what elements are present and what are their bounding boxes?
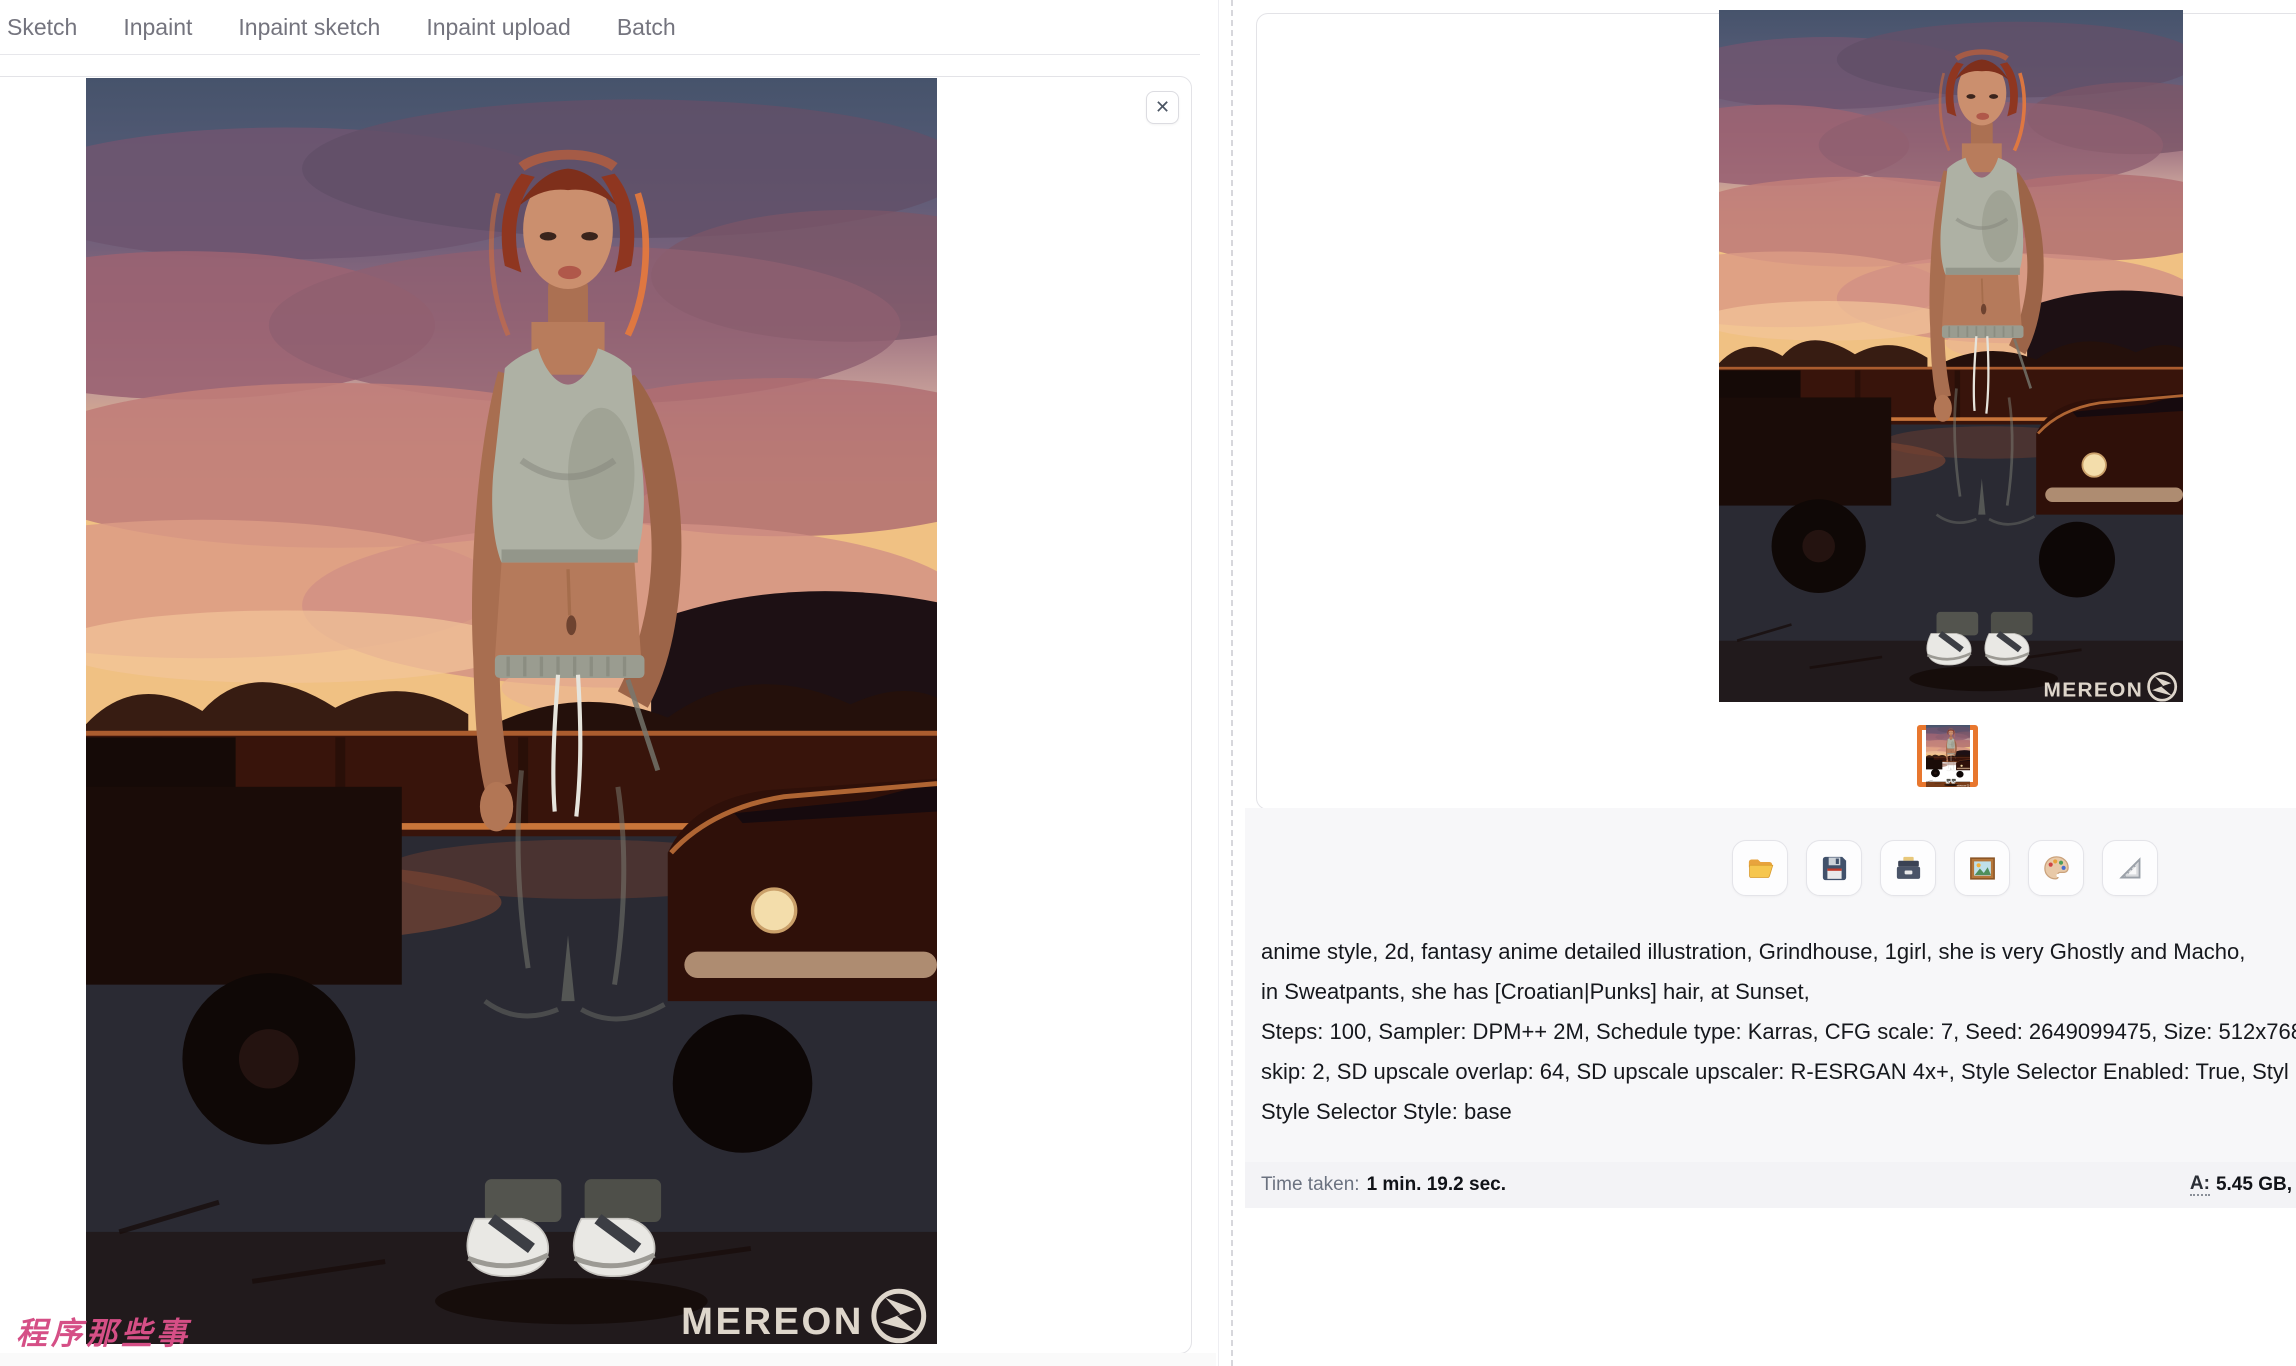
tab-inpaint-upload[interactable]: Inpaint upload [403, 0, 594, 54]
params-line: Steps: 100, Sampler: DPM++ 2M, Schedule … [1261, 1012, 2296, 1052]
close-icon: ✕ [1155, 97, 1170, 118]
send-to-img2img-button[interactable] [1954, 840, 2010, 896]
prompt-line: in Sweatpants, she has [Croatian|Punks] … [1261, 972, 2296, 1012]
sd-webui-img2img-screen: Sketch Inpaint Inpaint sketch Inpaint up… [0, 0, 2296, 1366]
svg-text:MEREON: MEREON [681, 1301, 864, 1343]
open-folder-icon [1745, 853, 1776, 884]
tab-batch[interactable]: Batch [594, 0, 699, 54]
send-to-extras-button[interactable] [2102, 840, 2158, 896]
generation-info-block: anime style, 2d, fantasy anime detailed … [1245, 808, 2296, 1208]
tab-sketch[interactable]: Sketch [0, 0, 100, 54]
open-folder-button[interactable] [1732, 840, 1788, 896]
time-taken-label: Time taken: [1261, 1174, 1360, 1196]
channel-watermark: 程序那些事 [16, 1308, 191, 1353]
save-image-button[interactable] [1806, 840, 1862, 896]
panel-resize-handle[interactable] [1231, 0, 1233, 1366]
generated-image-scene: MEREON [86, 78, 937, 1344]
prompt-line: anime style, 2d, fantasy anime detailed … [1261, 932, 2296, 972]
generated-image-preview[interactable]: MEREON [1719, 10, 2183, 702]
svg-text:MEREON: MEREON [1956, 786, 1966, 787]
svg-text:MEREON: MEREON [2044, 679, 2144, 702]
tab-inpaint-sketch[interactable]: Inpaint sketch [215, 0, 403, 54]
gallery-toolbar [1732, 840, 2158, 896]
tab-inpaint[interactable]: Inpaint [100, 0, 215, 54]
vram-stat: A: 5.45 GB, [2190, 1162, 2292, 1208]
time-taken-value: 1 min. 19.2 sec. [1367, 1174, 1506, 1196]
send-to-inpaint-button[interactable] [2028, 840, 2084, 896]
save-zip-button[interactable] [1880, 840, 1936, 896]
save-image-icon [1819, 853, 1850, 884]
send-to-inpaint-icon [2041, 853, 2072, 884]
results-column: MEREON [1245, 0, 2296, 1366]
img2img-mode-tabs: Sketch Inpaint Inpaint sketch Inpaint up… [0, 0, 1200, 55]
gallery-thumbnail-image: MEREON [1926, 725, 1970, 787]
left-panel-footer-strip [0, 1353, 1216, 1366]
params-line: skip: 2, SD upscale overlap: 64, SD upsc… [1261, 1052, 2296, 1092]
send-to-img2img-icon [1967, 853, 1998, 884]
vram-value: 5.45 GB, [2216, 1174, 2292, 1196]
generation-parameters-text: anime style, 2d, fantasy anime detailed … [1261, 932, 2296, 1142]
gallery-thumbnail-selected[interactable]: MEREON [1917, 725, 1978, 787]
vram-label: A: [2190, 1174, 2210, 1196]
generated-image-scene: MEREON [1926, 725, 1970, 787]
source-image-canvas[interactable]: MEREON [86, 78, 937, 1344]
params-line: Style Selector Style: base [1261, 1092, 2296, 1132]
save-zip-icon [1893, 853, 1924, 884]
generation-footer: Time taken: 1 min. 19.2 sec. A: 5.45 GB, [1245, 1162, 2296, 1208]
left-column-edge [1218, 0, 1219, 1366]
send-to-extras-icon [2115, 853, 2146, 884]
generated-image-scene: MEREON [1719, 10, 2183, 702]
close-image-button[interactable]: ✕ [1146, 91, 1179, 124]
